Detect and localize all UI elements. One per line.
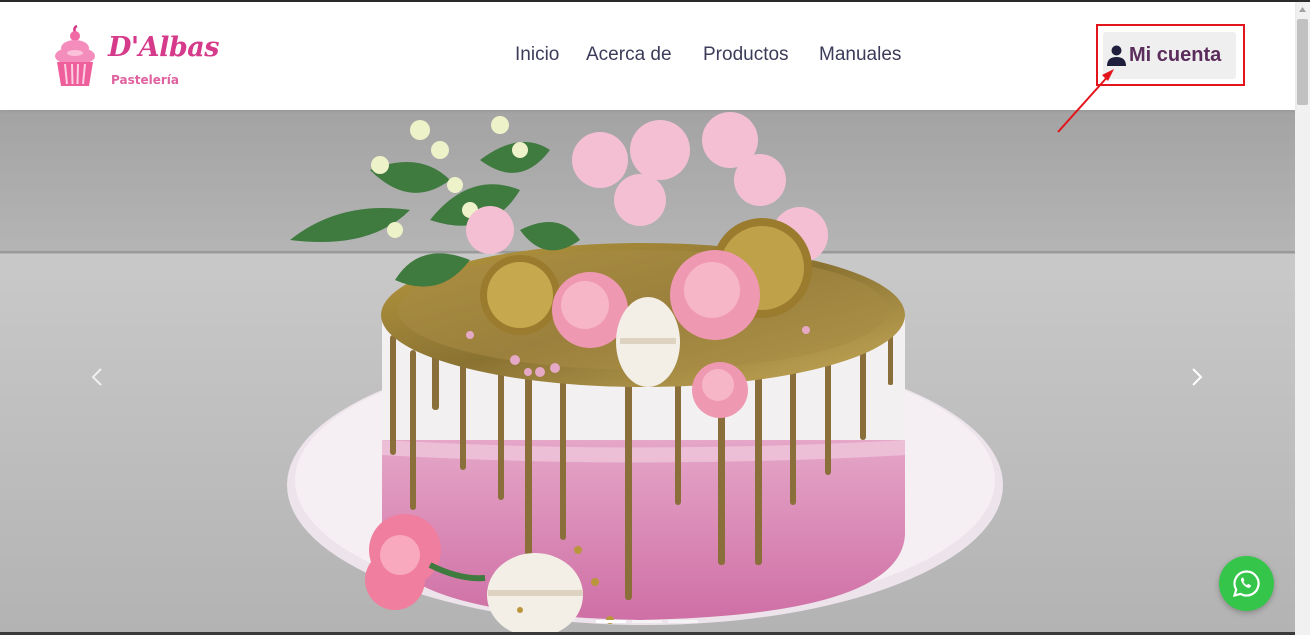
carousel-prev-button[interactable] <box>78 360 118 394</box>
navbar: D'Albas Pastelería Inicio Acerca de Prod… <box>0 2 1295 110</box>
scroll-up-icon[interactable] <box>1295 2 1310 17</box>
hero-carousel <box>0 110 1295 632</box>
nav-manuales[interactable]: Manuales <box>819 44 901 66</box>
nav-inicio[interactable]: Inicio <box>515 44 559 66</box>
cupcake-icon <box>55 24 95 86</box>
carousel-indicator[interactable] <box>632 620 662 623</box>
carousel-indicator[interactable] <box>596 620 626 623</box>
user-icon <box>1107 45 1126 66</box>
carousel-indicator[interactable] <box>668 620 698 623</box>
my-account-button[interactable]: Mi cuenta <box>1103 32 1236 79</box>
brand-name: D'Albas <box>108 32 219 63</box>
nav-productos[interactable]: Productos <box>703 44 789 66</box>
brand-tagline: Pastelería <box>111 73 179 87</box>
whatsapp-icon <box>1232 570 1260 598</box>
chevron-right-icon <box>1192 368 1203 386</box>
carousel-next-button[interactable] <box>1177 360 1217 394</box>
nav-acerca-de[interactable]: Acerca de <box>586 44 672 66</box>
scrollbar-thumb[interactable] <box>1297 19 1308 105</box>
cake-slide-image <box>0 110 1295 632</box>
vertical-scrollbar[interactable] <box>1295 2 1310 635</box>
whatsapp-button[interactable] <box>1219 556 1274 611</box>
brand-logo[interactable]: D'Albas Pastelería <box>50 22 225 90</box>
chevron-left-icon <box>91 368 102 386</box>
my-account-label: Mi cuenta <box>1129 44 1222 66</box>
